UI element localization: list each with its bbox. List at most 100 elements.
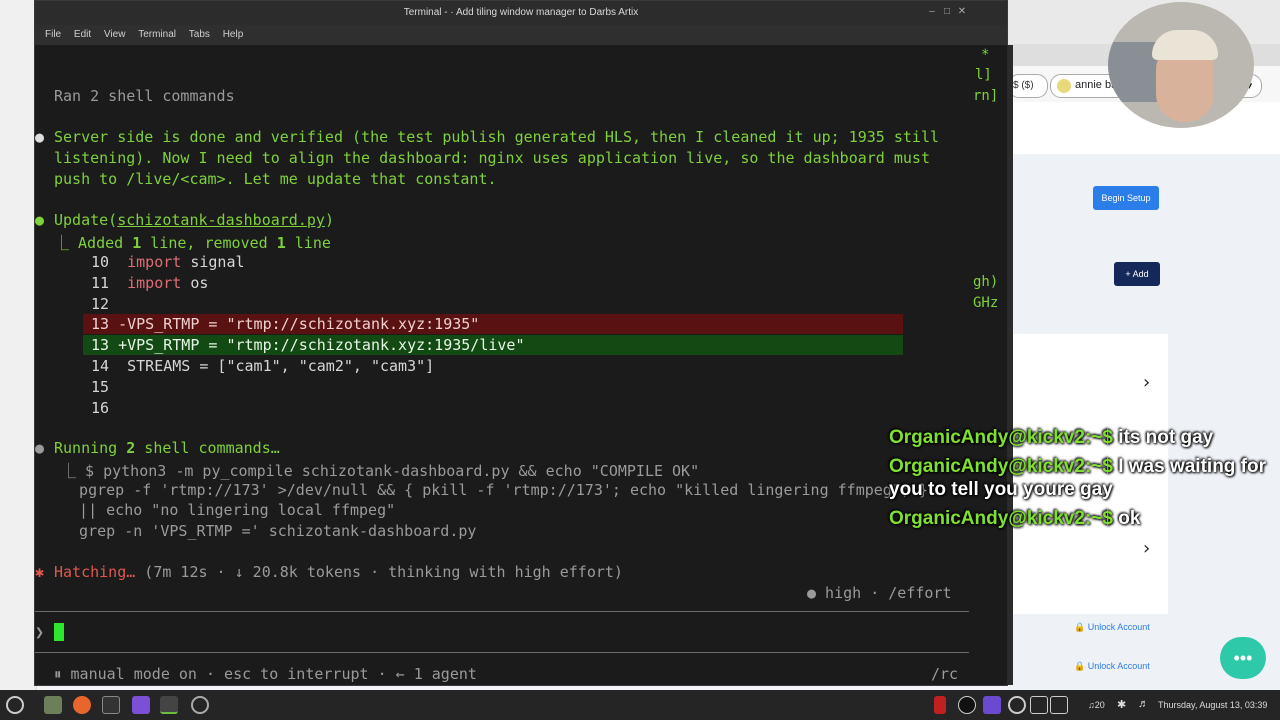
taskbar: ♫20 ✱ ♬ Thursday, August 13, 03:39 [0, 690, 1280, 720]
chat-message: OrganicAndy@kickv2:~$ ok [889, 507, 1269, 530]
message-line: push to /live/<cam>. Let me update that … [54, 170, 497, 188]
diff-added-line: 13 +VPS_RTMP = "rtmp://schizotank.xyz:19… [91, 336, 525, 354]
line-number: 10 [91, 253, 110, 271]
running-header: Running 2 shell commands… [54, 439, 280, 457]
volume-icon: ♫ [1088, 700, 1095, 710]
chat-message: OrganicAndy@kickv2:~$ I was waiting for … [889, 455, 1269, 501]
chevron-right-icon[interactable]: › [1143, 372, 1150, 393]
side-fragment: gh) [973, 274, 999, 290]
summary-mid: line, removed [141, 234, 277, 252]
diff-line-11: 11 import os [91, 274, 208, 292]
terminal-window: Terminal - · Add tiling window manager t… [34, 0, 1013, 686]
menu-terminal[interactable]: Terminal [138, 25, 176, 45]
prompt-char: ❯ [35, 623, 45, 641]
bullet-icon: ● [35, 211, 45, 229]
prompt-border-top [35, 611, 969, 612]
diff-line-12: 12 [91, 295, 110, 313]
unlock-account-link[interactable]: 🔒 Unlock Account [1074, 622, 1150, 633]
clipboard-icon[interactable] [1030, 696, 1048, 714]
update-file: schizotank-dashboard.py [117, 211, 325, 229]
import-keyword: import [127, 253, 182, 271]
command-line: pgrep -f 'rtmp://173' >/dev/null && { pk… [61, 481, 928, 499]
hatching-detail: (7m 12s · ↓ 20.8k tokens · thinking with… [135, 563, 623, 581]
status-right: /rc [931, 665, 959, 683]
side-fragment: GHz [973, 295, 999, 311]
sync-icon[interactable] [1008, 696, 1026, 714]
begin-setup-button[interactable]: Begin Setup [1093, 186, 1159, 210]
update-label: Update( [54, 211, 118, 229]
update-close: ) [324, 211, 334, 229]
running-post: shell commands… [135, 439, 280, 457]
effort-indicator: ● high · /effort [807, 584, 952, 602]
running-pre: Running [54, 439, 127, 457]
terminal-output[interactable]: Ran 2 shell commands ● Server side is do… [35, 45, 1007, 685]
line-number: 11 [91, 274, 110, 292]
ran-header: Ran 2 shell commands [54, 87, 235, 105]
menu-view[interactable]: View [104, 25, 126, 45]
command-line: ⎿ $ python3 -m py_compile schizotank-das… [61, 462, 700, 480]
diff-line-10: 10 import signal [91, 253, 245, 271]
side-fragment: * [981, 47, 990, 63]
input-cursor[interactable] [54, 623, 64, 641]
menu-file[interactable]: File [45, 25, 61, 45]
settings-icon[interactable] [191, 696, 209, 714]
code-text: os [181, 274, 209, 292]
command-line: grep -n 'VPS_RTMP =' schizotank-dashboar… [61, 522, 477, 540]
chat-username: OrganicAndy@kickv2:~$ [889, 508, 1113, 529]
chat-support-button[interactable]: ••• [1220, 637, 1266, 679]
added-count: 1 [132, 234, 142, 252]
unlock-account-link[interactable]: 🔒 Unlock Account [1074, 661, 1150, 672]
browser-left-toolbar [0, 0, 37, 695]
active-terminal-icon[interactable] [160, 696, 178, 714]
currency-selector[interactable]: $ ($) [1008, 74, 1048, 98]
chevron-right-icon[interactable]: › [1143, 538, 1150, 559]
import-keyword: import [127, 274, 182, 292]
add-button[interactable]: + Add [1114, 262, 1160, 286]
terminal-icon[interactable] [102, 696, 120, 714]
diff-removed-line: 13 -VPS_RTMP = "rtmp://schizotank.xyz:19… [91, 315, 480, 333]
chat-username: OrganicAndy@kickv2:~$ [889, 427, 1113, 448]
app-tray-icon[interactable] [983, 696, 1001, 714]
scrollbar[interactable] [1007, 45, 1013, 685]
menu-icon[interactable] [6, 696, 24, 714]
close-icon[interactable]: ✕ [957, 7, 967, 17]
webcam-cap [1152, 30, 1218, 60]
running-count: 2 [126, 439, 136, 457]
chat-username: OrganicAndy@kickv2:~$ [889, 456, 1113, 477]
window-icon[interactable] [1050, 696, 1068, 714]
chat-text: its not gay [1112, 427, 1214, 448]
menu-help[interactable]: Help [223, 25, 244, 45]
hatching-label: Hatching… [54, 563, 136, 581]
record-icon[interactable] [934, 696, 946, 714]
webcam-overlay [1108, 2, 1254, 128]
hatching-status: Hatching… (7m 12s · ↓ 20.8k tokens · thi… [54, 563, 623, 581]
bullet-icon: ● [35, 128, 45, 146]
folder-icon[interactable] [44, 696, 62, 714]
firefox-icon[interactable] [73, 696, 91, 714]
window-title: Terminal - · Add tiling window manager t… [35, 1, 1007, 25]
minimize-icon[interactable]: – [927, 7, 937, 17]
menu-edit[interactable]: Edit [74, 25, 91, 45]
menu-tabs[interactable]: Tabs [189, 25, 210, 45]
unlock-account-label: Unlock Account [1087, 622, 1150, 632]
diff-line-14: 14 STREAMS = ["cam1", "cam2", "cam3"] [91, 357, 435, 375]
network-icon[interactable] [1073, 696, 1085, 714]
avatar [1057, 79, 1071, 93]
obsidian-icon[interactable] [132, 696, 150, 714]
side-fragment: l] [975, 67, 992, 83]
volume-value: 20 [1094, 700, 1105, 710]
speaker-icon[interactable]: ♬ [1138, 698, 1149, 710]
asterisk-icon: ✱ [35, 563, 45, 581]
update-header: Update(schizotank-dashboard.py) [54, 211, 334, 229]
volume-level[interactable]: ♫20 [1088, 700, 1105, 710]
diff-line-16: 16 [91, 399, 110, 417]
summary-pre: Added [78, 234, 133, 252]
bluetooth-icon[interactable]: ✱ [1117, 698, 1126, 711]
maximize-icon[interactable]: □ [942, 7, 952, 17]
obs-icon[interactable] [958, 696, 976, 714]
side-fragment: rn] [973, 88, 999, 104]
unlock-account-label: Unlock Account [1087, 661, 1150, 671]
datetime: Thursday, August 13, 03:39 [1158, 700, 1268, 710]
prompt-border-bottom [35, 652, 969, 653]
command-line: || echo "no lingering local ffmpeg" [61, 501, 396, 519]
